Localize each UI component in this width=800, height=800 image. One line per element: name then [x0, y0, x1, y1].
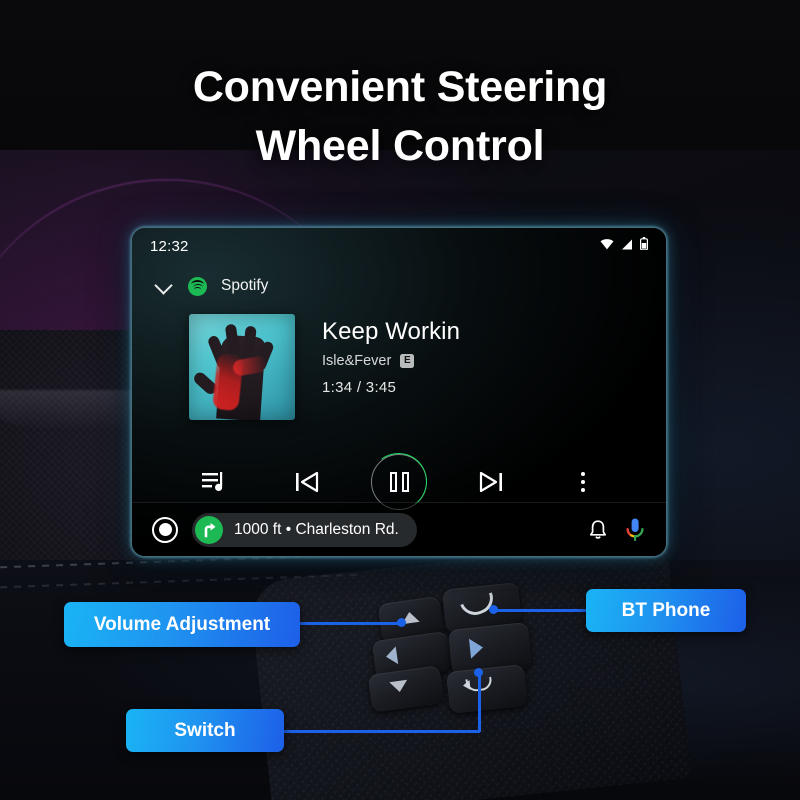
turn-right-icon: [195, 515, 223, 544]
battery-icon: [640, 237, 649, 255]
more-vertical-icon: [581, 472, 585, 492]
bell-icon[interactable]: [586, 518, 610, 542]
app-name-label: Spotify: [221, 277, 269, 294]
volume-leader-line: [298, 622, 402, 625]
overflow-button[interactable]: [537, 472, 629, 492]
page-title: Convenient Steering Wheel Control: [0, 58, 800, 177]
signal-icon: [621, 237, 633, 255]
wifi-icon: [600, 237, 614, 255]
steering-wheel-controls: [367, 578, 550, 718]
bt-leader-line: [492, 609, 588, 612]
android-auto-screen: 12:32 Spotify Keep Workin Isle&Fever E 1…: [132, 228, 666, 556]
microphone-icon[interactable]: [624, 517, 646, 543]
next-button[interactable]: [445, 471, 537, 493]
switch-leader-dot: [474, 668, 483, 677]
status-bar-icons: [600, 237, 649, 255]
track-time: 1:34 / 3:45: [322, 379, 397, 396]
page-title-line-1: Convenient Steering: [192, 63, 608, 111]
head-unit-display: 12:32 Spotify Keep Workin Isle&Fever E 1…: [131, 227, 667, 557]
status-bar-clock: 12:32: [150, 237, 189, 255]
triangle-right-icon: [468, 637, 485, 659]
navigation-instruction: 1000 ft • Charleston Rd.: [234, 520, 399, 538]
callout-switch: Switch: [126, 709, 284, 752]
spotify-icon: [188, 276, 207, 296]
track-artist: Isle&Fever: [322, 353, 392, 369]
navigation-pill[interactable]: 1000 ft • Charleston Rd.: [192, 512, 417, 547]
explicit-badge: E: [400, 354, 415, 368]
track-metadata: Keep Workin Isle&Fever E 1:34 / 3:45: [322, 310, 460, 440]
status-bar: 12:32: [132, 228, 666, 264]
track-artist-row: Isle&Fever E: [322, 353, 460, 369]
bt-leader-dot: [489, 605, 498, 614]
app-header: Spotify: [132, 270, 666, 302]
now-playing-section: Keep Workin Isle&Fever E 1:34 / 3:45: [132, 310, 666, 440]
source-switch-button[interactable]: [446, 664, 528, 714]
callout-volume-adjustment: Volume Adjustment: [64, 602, 300, 647]
album-art: [189, 314, 295, 420]
queue-button[interactable]: [169, 471, 261, 493]
home-circle-icon[interactable]: [152, 516, 178, 543]
switch-leader-line-horizontal: [282, 730, 480, 733]
bottom-nav-bar: 1000 ft • Charleston Rd.: [132, 502, 666, 556]
page-title-line-2: Wheel Control: [255, 122, 545, 171]
volume-leader-dot: [397, 618, 406, 627]
previous-button[interactable]: [261, 471, 353, 493]
callout-bt-phone: BT Phone: [586, 589, 746, 632]
triangle-left-icon: [384, 646, 399, 666]
switch-leader-line-vertical: [478, 672, 481, 732]
track-title: Keep Workin: [322, 318, 461, 345]
chevron-down-icon[interactable]: [154, 276, 174, 296]
